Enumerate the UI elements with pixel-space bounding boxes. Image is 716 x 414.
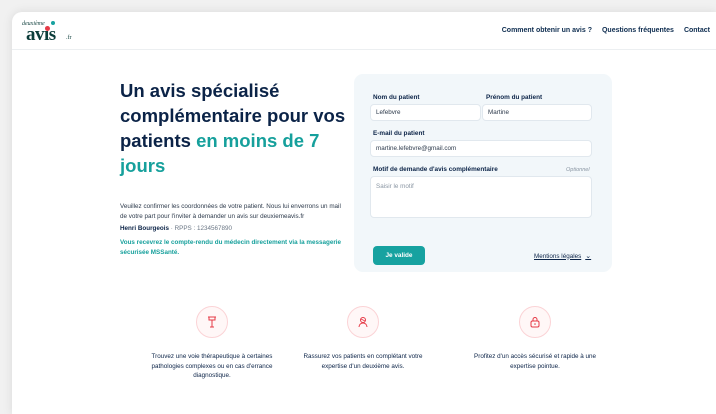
patient-form-card: Nom du patient Prénom du patient Lefebvr… — [354, 74, 612, 272]
submit-button[interactable]: Je valide — [373, 246, 425, 265]
therapy-icon — [196, 306, 228, 338]
motif-label: Motif de demande d'avis complémentaire — [373, 166, 498, 173]
nav-link-faq[interactable]: Questions fréquentes — [602, 27, 674, 34]
feature-secure-text: Profitez d'un accès sécurisé et rapide à… — [474, 353, 596, 370]
top-header: deuxième avis .fr Comment obtenir un avi… — [12, 12, 716, 50]
nav-link-contact[interactable]: Contact — [684, 27, 710, 34]
feature-reassure-text: Rassurez vos patients en complétant votr… — [303, 353, 423, 370]
prenom-label: Prénom du patient — [486, 94, 543, 101]
hero-section: Un avis spécialisé complémentaire pour v… — [120, 78, 355, 257]
app-window: deuxième avis .fr Comment obtenir un avi… — [12, 12, 716, 414]
page-title: Un avis spécialisé complémentaire pour v… — [120, 78, 355, 178]
doctor-rpps: · RPPS : 1234567890 — [168, 225, 232, 232]
lock-icon — [519, 306, 551, 338]
motif-optional: Optionnel — [566, 167, 590, 173]
reassure-icon — [347, 306, 379, 338]
doctor-name: Henri Bourgeois — [120, 225, 169, 232]
logo-red-dot-icon — [45, 25, 50, 31]
mentions-label: Mentions légales — [534, 252, 582, 260]
feature-therapy-text: Trouvez une voie thérapeutique à certain… — [151, 353, 273, 379]
logo-tld: .fr — [66, 34, 72, 41]
doctor-info: Henri Bourgeois · RPPS : 1234567890 — [120, 225, 355, 232]
feature-therapy: Trouvez une voie thérapeutique à certain… — [142, 306, 282, 381]
nav-link-comment-obtenir[interactable]: Comment obtenir un avis ? — [502, 27, 592, 34]
nom-input[interactable]: Lefebvre — [370, 104, 481, 121]
feature-secure: Profitez d'un accès sécurisé et rapide à… — [465, 306, 605, 371]
hero-description: Veuillez confirmer les coordonnées de vo… — [120, 203, 341, 220]
prenom-input[interactable]: Martine — [482, 104, 592, 121]
chevron-down-icon: ⌄ — [585, 253, 592, 260]
motif-textarea[interactable]: Saisir le motif — [370, 176, 592, 218]
email-label: E-mail du patient — [373, 130, 425, 137]
logo-teal-dot-icon — [51, 20, 55, 25]
logo-wordmark: avis — [26, 23, 56, 45]
main-nav: Comment obtenir un avis ? Questions fréq… — [502, 27, 710, 34]
email-input[interactable]: martine.lefebvre@gmail.com — [370, 140, 592, 157]
nom-label: Nom du patient — [373, 94, 420, 101]
mentions-legales-toggle[interactable]: Mentions légales ⌄ — [534, 252, 592, 261]
feature-reassure: Rassurez vos patients en complétant votr… — [293, 306, 433, 371]
site-logo[interactable]: deuxième avis .fr — [22, 16, 82, 46]
mssante-notice: Vous recevrez le compte-rendu du médecin… — [120, 239, 342, 256]
